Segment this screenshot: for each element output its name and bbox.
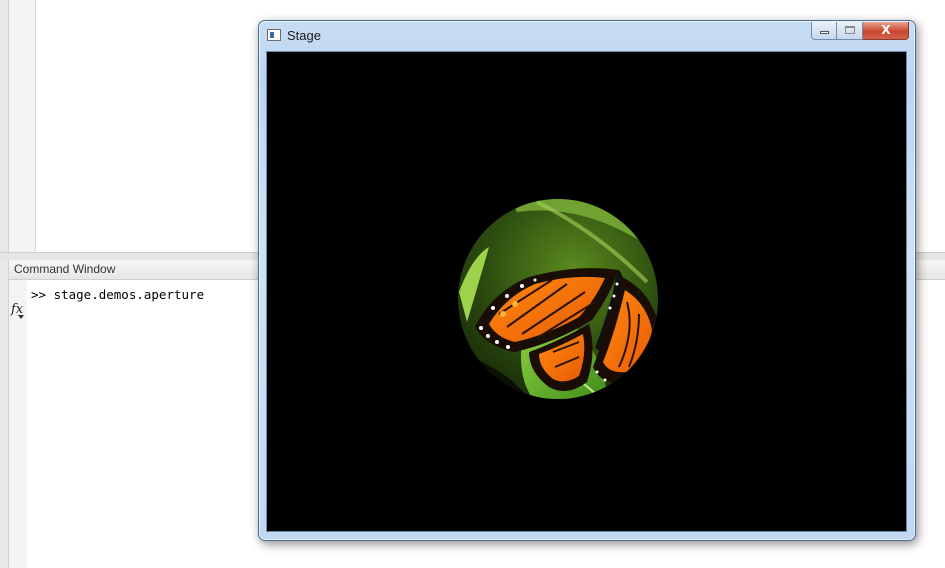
stage-canvas[interactable] [266, 51, 907, 532]
function-browser-caret-icon[interactable] [18, 315, 24, 319]
command-line[interactable]: >> stage.demos.aperture [31, 287, 204, 302]
command-window-fx-gutter [9, 280, 27, 568]
desktop: Command Window fx >> stage.demos.apertur… [0, 0, 945, 568]
editor-line-margin [9, 0, 36, 255]
stage-titlebar[interactable]: Stage X [259, 21, 915, 51]
minimize-icon [820, 31, 829, 34]
butterfly-photo [458, 199, 658, 399]
close-icon: X [881, 23, 891, 37]
stage-window: Stage X [258, 20, 916, 541]
stage-app-icon [267, 29, 281, 41]
close-button[interactable]: X [863, 22, 909, 40]
command-window-gutter [0, 260, 9, 568]
window-controls: X [811, 22, 909, 42]
stage-window-title: Stage [287, 28, 321, 43]
editor-gutter [0, 0, 9, 255]
command-window-title: Command Window [14, 262, 116, 276]
maximize-icon [845, 26, 855, 34]
maximize-button[interactable] [837, 22, 863, 40]
aperture-image [458, 199, 658, 399]
minimize-button[interactable] [811, 22, 837, 40]
